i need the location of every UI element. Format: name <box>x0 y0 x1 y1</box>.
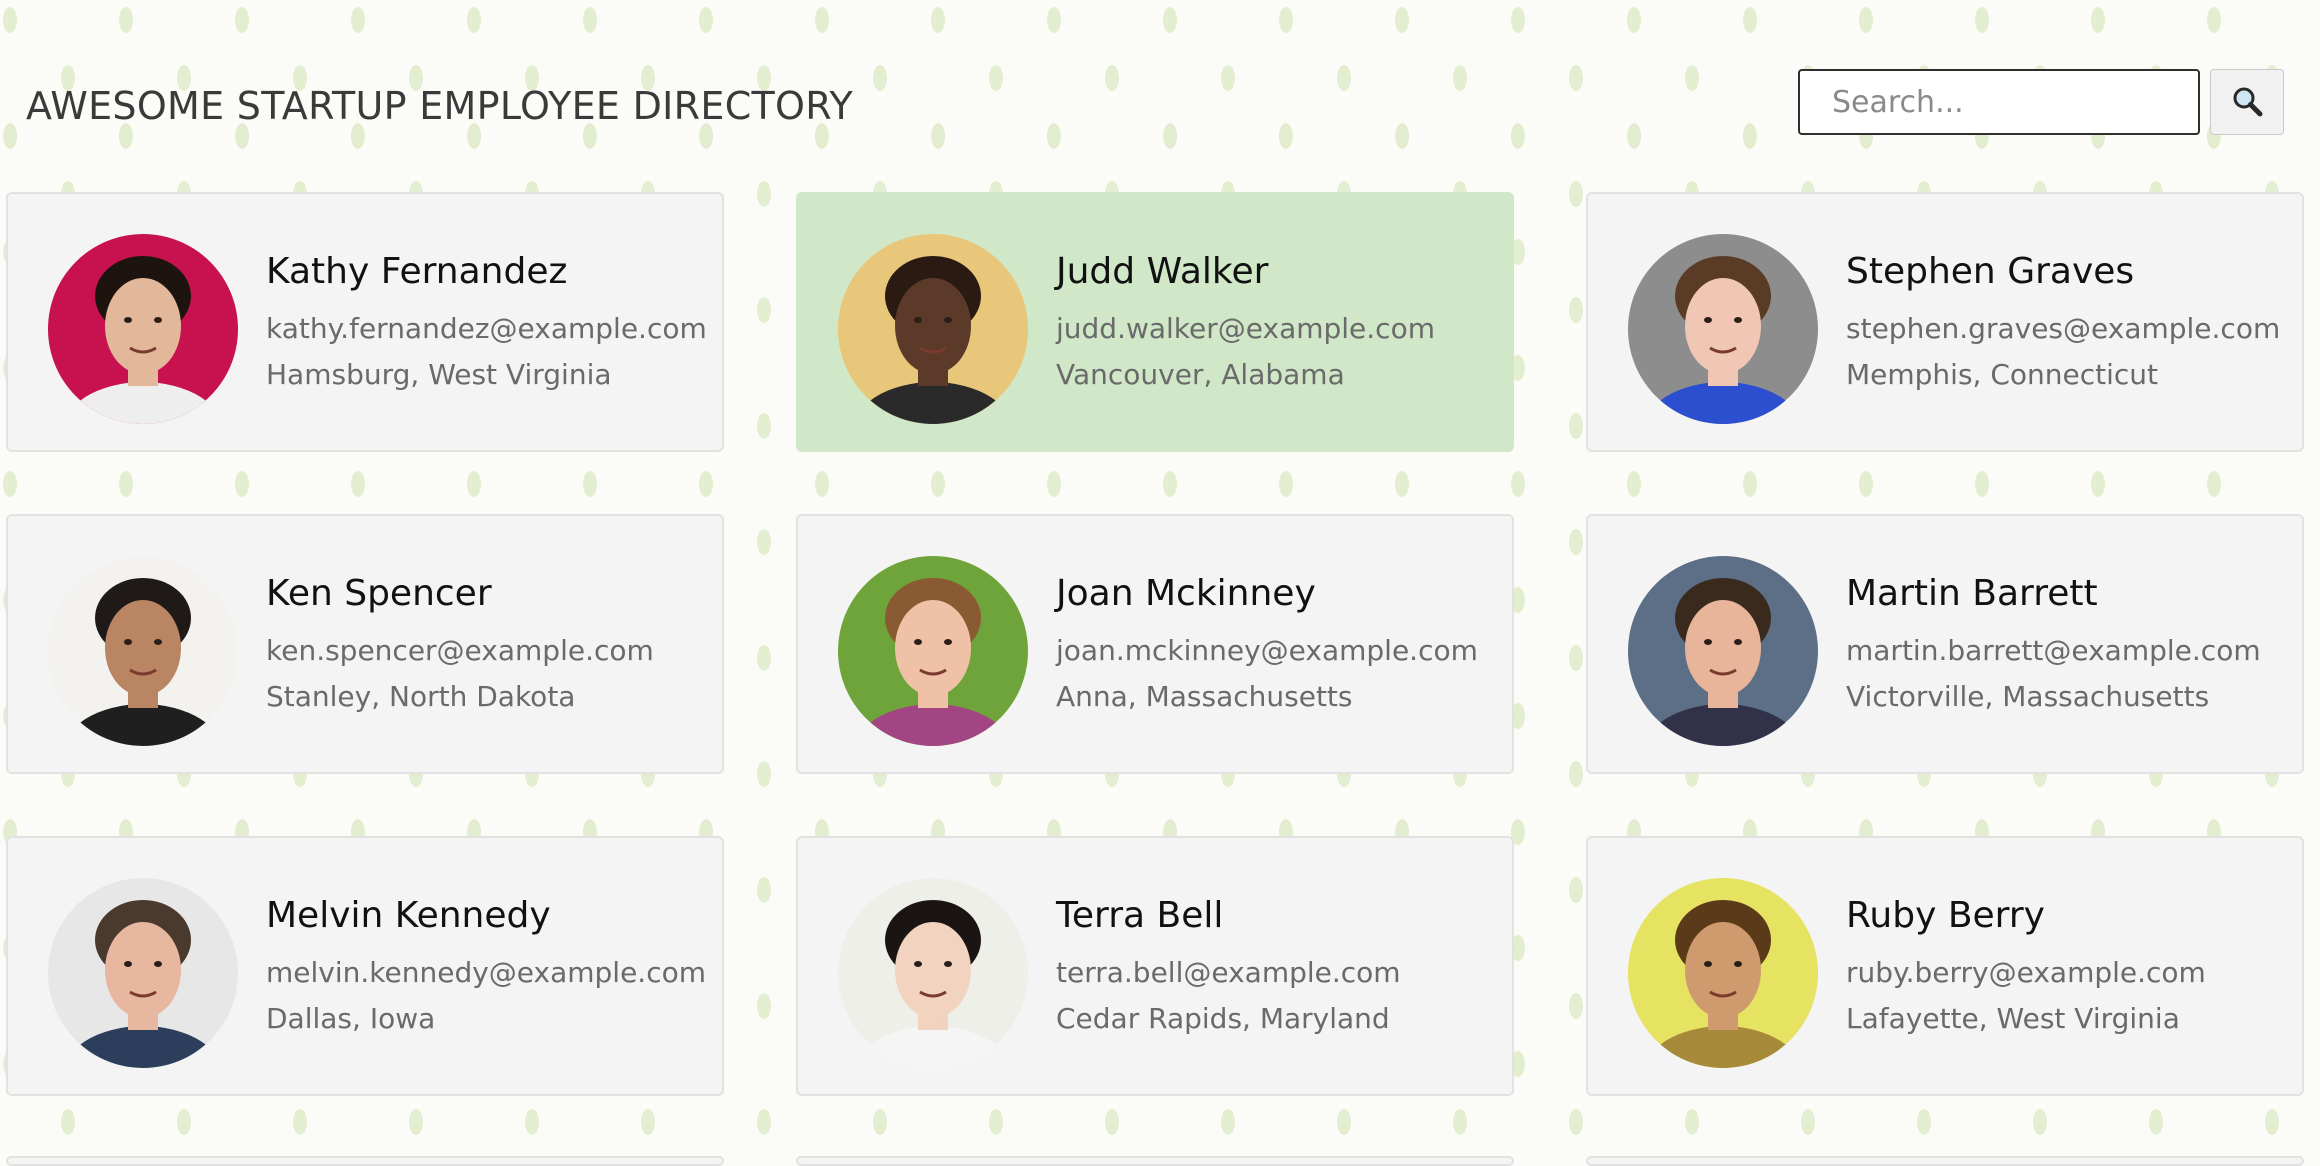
avatar <box>48 234 238 424</box>
employee-card[interactable]: Terra Bell terra.bell@example.com Cedar … <box>796 836 1514 1096</box>
employee-grid: Kathy Fernandez kathy.fernandez@example.… <box>0 0 2320 1166</box>
employee-location: Memphis, Connecticut <box>1846 358 2159 391</box>
employee-info: Ruby Berry ruby.berry@example.com Lafaye… <box>1846 892 2296 1042</box>
avatar <box>48 556 238 746</box>
employee-email: kathy.fernandez@example.com <box>266 312 707 345</box>
employee-email: melvin.kennedy@example.com <box>266 956 707 989</box>
employee-card[interactable]: Stephen Graves stephen.graves@example.co… <box>1586 192 2304 452</box>
employee-name: Kathy Fernandez <box>266 251 568 292</box>
employee-card[interactable]: Judd Walker judd.walker@example.com Vanc… <box>796 192 1514 452</box>
employee-email: martin.barrett@example.com <box>1846 634 2261 667</box>
avatar <box>838 556 1028 746</box>
employee-name: Stephen Graves <box>1846 251 2135 292</box>
employee-location: Anna, Massachusetts <box>1056 680 1353 713</box>
employee-name: Melvin Kennedy <box>266 895 551 936</box>
employee-email: joan.mckinney@example.com <box>1056 634 1478 667</box>
employee-location: Lafayette, West Virginia <box>1846 1002 2180 1035</box>
employee-card-partial <box>1586 1156 2304 1166</box>
employee-name: Judd Walker <box>1056 251 1269 292</box>
employee-info: Melvin Kennedy melvin.kennedy@example.co… <box>266 892 716 1042</box>
avatar <box>1628 234 1818 424</box>
employee-email: ken.spencer@example.com <box>266 634 654 667</box>
avatar <box>838 234 1028 424</box>
employee-info: Stephen Graves stephen.graves@example.co… <box>1846 248 2296 398</box>
employee-location: Stanley, North Dakota <box>266 680 576 713</box>
employee-location: Dallas, Iowa <box>266 1002 436 1035</box>
employee-card[interactable]: Joan Mckinney joan.mckinney@example.com … <box>796 514 1514 774</box>
employee-info: Kathy Fernandez kathy.fernandez@example.… <box>266 248 716 398</box>
employee-name: Joan Mckinney <box>1056 573 1316 614</box>
employee-card[interactable]: Ruby Berry ruby.berry@example.com Lafaye… <box>1586 836 2304 1096</box>
avatar <box>1628 556 1818 746</box>
employee-info: Terra Bell terra.bell@example.com Cedar … <box>1056 892 1506 1042</box>
employee-info: Judd Walker judd.walker@example.com Vanc… <box>1056 248 1506 398</box>
employee-location: Victorville, Massachusetts <box>1846 680 2210 713</box>
employee-email: terra.bell@example.com <box>1056 956 1401 989</box>
employee-card[interactable]: Melvin Kennedy melvin.kennedy@example.co… <box>6 836 724 1096</box>
employee-name: Martin Barrett <box>1846 573 2098 614</box>
employee-location: Hamsburg, West Virginia <box>266 358 612 391</box>
employee-name: Ruby Berry <box>1846 895 2045 936</box>
employee-card[interactable]: Martin Barrett martin.barrett@example.co… <box>1586 514 2304 774</box>
employee-location: Vancouver, Alabama <box>1056 358 1345 391</box>
employee-card-partial <box>796 1156 1514 1166</box>
employee-email: stephen.graves@example.com <box>1846 312 2281 345</box>
employee-name: Terra Bell <box>1056 895 1224 936</box>
avatar <box>48 878 238 1068</box>
employee-card[interactable]: Kathy Fernandez kathy.fernandez@example.… <box>6 192 724 452</box>
employee-info: Martin Barrett martin.barrett@example.co… <box>1846 570 2296 720</box>
employee-info: Joan Mckinney joan.mckinney@example.com … <box>1056 570 1506 720</box>
employee-name: Ken Spencer <box>266 573 492 614</box>
employee-info: Ken Spencer ken.spencer@example.com Stan… <box>266 570 716 720</box>
employee-email: ruby.berry@example.com <box>1846 956 2206 989</box>
employee-card[interactable]: Ken Spencer ken.spencer@example.com Stan… <box>6 514 724 774</box>
employee-location: Cedar Rapids, Maryland <box>1056 1002 1390 1035</box>
employee-email: judd.walker@example.com <box>1056 312 1435 345</box>
employee-card-partial <box>6 1156 724 1166</box>
avatar <box>1628 878 1818 1068</box>
avatar <box>838 878 1028 1068</box>
